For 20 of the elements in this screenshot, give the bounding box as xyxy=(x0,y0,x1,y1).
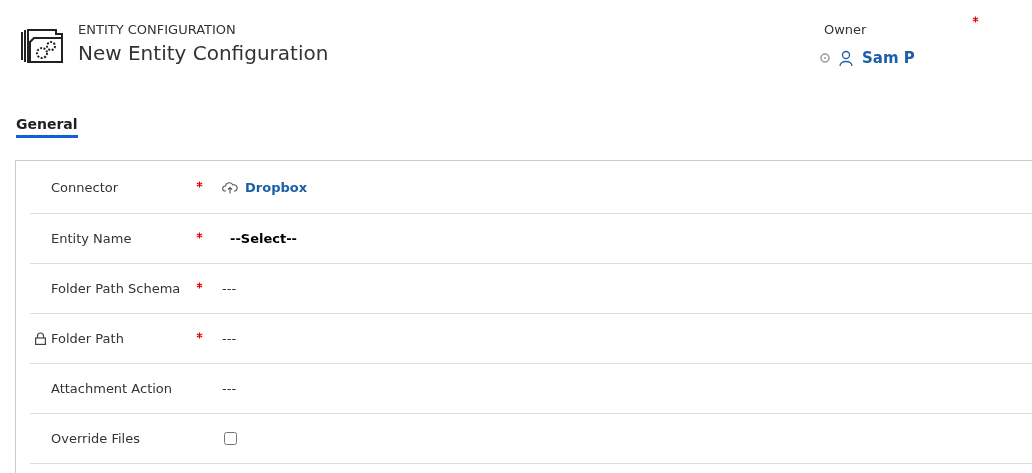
person-icon xyxy=(838,50,854,66)
tab[interactable]: General xyxy=(16,116,78,138)
entity-type: ENTITY CONFIGURATION xyxy=(78,22,237,37)
record-title: New Entity Configuration xyxy=(78,41,329,65)
field-label: Folder Path xyxy=(51,331,125,346)
field-label: Entity Name xyxy=(51,231,133,246)
gear-documents-icon xyxy=(18,26,66,66)
field-label: Attachment Action xyxy=(51,381,174,396)
field-value: --- xyxy=(222,281,237,296)
field-value: --- xyxy=(222,331,237,346)
field-label: Connector xyxy=(51,179,120,195)
field-label: Folder Path Schema xyxy=(51,281,182,296)
connector-link[interactable]: Dropbox xyxy=(245,179,308,195)
entity-name-select[interactable]: --Select-- xyxy=(230,231,297,246)
owner-label: Owner xyxy=(824,22,867,37)
field-value: --- xyxy=(222,381,237,396)
field-label: Override Files xyxy=(51,431,141,446)
cloud-upload-icon xyxy=(222,180,238,194)
owner-link[interactable]: Sam P xyxy=(862,49,915,67)
checkbox[interactable] xyxy=(224,432,237,445)
